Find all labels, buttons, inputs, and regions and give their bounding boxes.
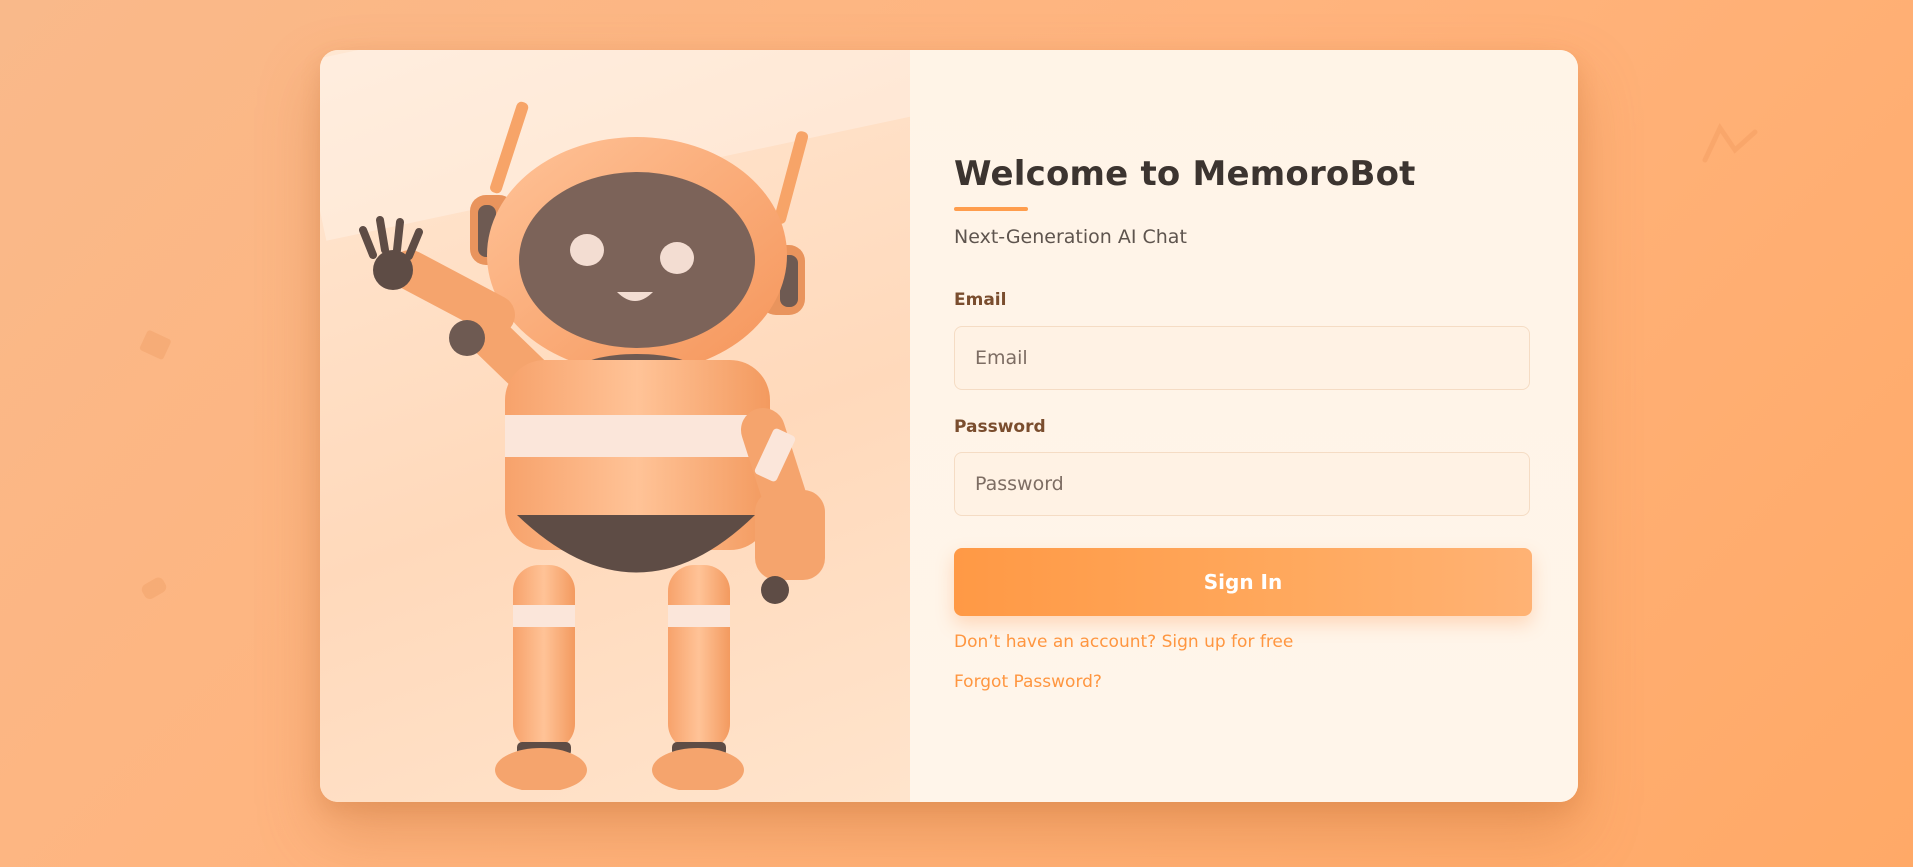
title-accent-underline xyxy=(954,207,1028,211)
email-label: Email xyxy=(954,290,1007,310)
illustration-panel xyxy=(320,50,910,802)
waving-robot-illustration xyxy=(359,101,825,790)
email-field[interactable] xyxy=(954,326,1530,390)
login-card: Welcome to MemoroBot Next-Generation AI … xyxy=(320,50,1578,802)
sign-in-button[interactable]: Sign In xyxy=(954,548,1532,616)
login-form-panel: Welcome to MemoroBot Next-Generation AI … xyxy=(910,50,1578,802)
page-subtitle: Next-Generation AI Chat xyxy=(954,226,1187,248)
sign-up-link[interactable]: Don’t have an account? Sign up for free xyxy=(954,632,1293,652)
password-label: Password xyxy=(954,417,1046,437)
forgot-password-link[interactable]: Forgot Password? xyxy=(954,672,1102,692)
background-decoration-1 xyxy=(139,330,171,360)
background-decoration-2 xyxy=(141,577,167,599)
background-decoration-3 xyxy=(1702,122,1758,163)
page-title: Welcome to MemoroBot xyxy=(954,154,1416,194)
password-field[interactable] xyxy=(954,452,1530,516)
